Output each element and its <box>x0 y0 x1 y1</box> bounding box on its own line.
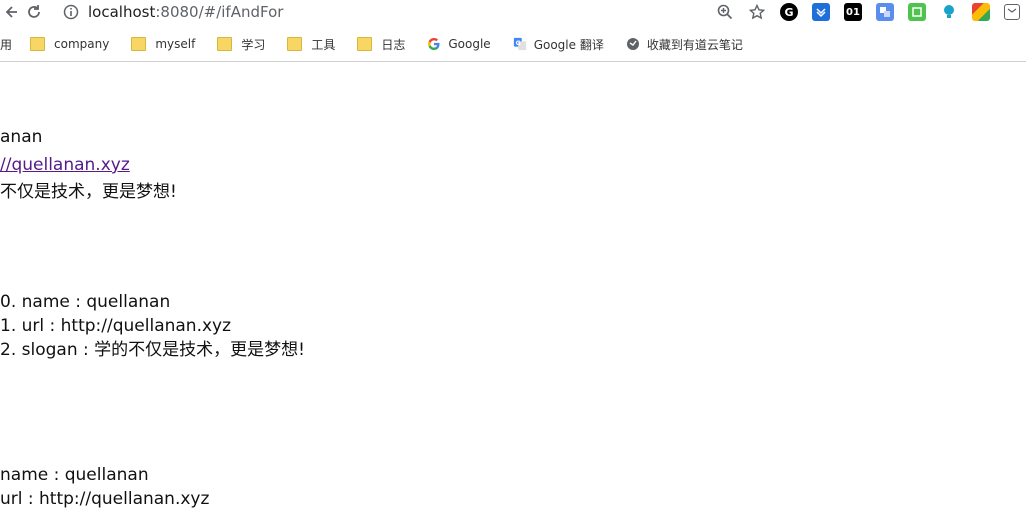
folder-icon <box>357 37 373 51</box>
bookmarks-bar: 用 company myself 学习 工具 日志 Google G Googl… <box>0 29 1026 59</box>
ext-colorful-icon[interactable] <box>972 3 990 21</box>
bookmark-label: Google <box>448 37 491 51</box>
bookmark-myself[interactable]: myself <box>131 37 195 51</box>
list-item: 2. slogan : 学的不仅是技术，更是梦想! <box>0 340 305 360</box>
folder-icon <box>217 37 233 51</box>
ext-mail-icon[interactable] <box>1004 4 1020 20</box>
back-button[interactable] <box>0 0 24 24</box>
ext-pocket-icon[interactable] <box>812 3 830 21</box>
google-translate-icon: G <box>513 37 527 51</box>
bookmark-company[interactable]: company <box>30 37 109 51</box>
folder-icon <box>287 37 303 51</box>
list-item: 1. url : http://quellanan.xyz <box>0 316 232 336</box>
ext-translate-icon[interactable] <box>876 3 894 21</box>
back-arrow-icon <box>5 6 17 18</box>
bookmark-label: 工具 <box>311 37 336 52</box>
bookmark-label: company <box>54 37 110 51</box>
bookmark-tools[interactable]: 工具 <box>287 36 335 53</box>
browser-toolbar: localhost:8080/#/ifAndFor G 01 <box>0 0 1026 26</box>
info-icon[interactable] <box>62 3 80 21</box>
ext-green-icon[interactable] <box>908 3 926 21</box>
svg-text:G: G <box>515 40 520 47</box>
reload-icon <box>28 5 40 18</box>
zoom-icon[interactable] <box>716 3 734 21</box>
bookmark-study[interactable]: 学习 <box>217 36 265 53</box>
page-content: anan //quellanan.xyz 不仅是技术，更是梦想! 0. name… <box>0 62 1026 511</box>
bookmark-google[interactable]: Google <box>427 37 491 51</box>
ext-g-icon[interactable]: G <box>780 3 798 21</box>
address-bar[interactable]: localhost:8080/#/ifAndFor <box>62 0 712 24</box>
youdao-icon <box>626 37 640 51</box>
reload-button[interactable] <box>22 0 46 24</box>
list-item: url : http://quellanan.xyz <box>0 489 210 509</box>
bookmark-label: myself <box>155 37 196 51</box>
url-path: :8080/#/ifAndFor <box>155 3 284 21</box>
bookmark-label: 学习 <box>241 37 266 52</box>
info-slogan: 不仅是技术，更是梦想! <box>0 182 177 202</box>
bookmark-label: 日志 <box>381 37 406 52</box>
info-name: anan <box>0 127 43 147</box>
list-item: 0. name : quellanan <box>0 292 171 312</box>
folder-icon <box>131 37 147 51</box>
bookmark-google-translate[interactable]: G Google 翻译 <box>513 36 604 53</box>
folder-icon <box>30 37 46 51</box>
ext-bulb-icon[interactable] <box>940 3 958 21</box>
extensions-bar: G 01 <box>716 2 1026 22</box>
google-icon <box>427 37 441 51</box>
bookmark-label: 收藏到有道云笔记 <box>646 37 743 52</box>
bookmark-star-icon[interactable] <box>748 3 766 21</box>
bookmark-logs[interactable]: 日志 <box>357 36 405 53</box>
bookmark-label: Google 翻译 <box>533 37 604 52</box>
ext-01-icon[interactable]: 01 <box>844 3 862 21</box>
bookmark-label: 用 <box>0 37 13 52</box>
url-host: localhost <box>88 3 156 21</box>
bookmark-youdao[interactable]: 收藏到有道云笔记 <box>626 36 743 53</box>
list-item: name : quellanan <box>0 465 149 485</box>
info-url-link[interactable]: //quellanan.xyz <box>0 153 130 177</box>
bookmark-apps[interactable]: 用 <box>0 36 12 53</box>
